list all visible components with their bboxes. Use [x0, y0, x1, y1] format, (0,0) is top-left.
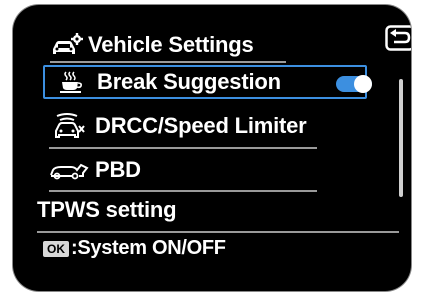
menu-item-break-suggestion[interactable]: Break Suggestion	[43, 65, 372, 99]
item-divider	[49, 190, 317, 192]
menu-item-pbd[interactable]: PBD	[43, 153, 367, 187]
header-divider	[50, 61, 286, 63]
ok-button-badge: OK	[43, 240, 69, 257]
menu-item-label: DRCC/Speed Limiter	[95, 113, 307, 138]
back-arrow-icon[interactable]	[385, 25, 411, 51]
list-bottom-divider	[37, 231, 399, 233]
menu-item-tpws-setting[interactable]: TPWS setting	[37, 193, 361, 227]
menu-item-label: PBD	[95, 157, 141, 182]
break-suggestion-toggle[interactable]	[336, 75, 372, 93]
footer-hint: OK :System ON/OFF	[43, 237, 226, 260]
menu-item-drcc-speed-limiter[interactable]: DRCC/Speed Limiter	[43, 109, 367, 143]
scrollbar[interactable]	[399, 79, 403, 197]
toggle-knob	[354, 75, 372, 93]
page-header: Vehicle Settings	[50, 31, 254, 59]
power-back-door-icon	[49, 156, 89, 184]
car-settings-icon	[53, 33, 83, 54]
menu-item-label: TPWS setting	[37, 197, 177, 222]
menu-item-label: Break Suggestion	[97, 69, 281, 94]
footer-hint-text: :System ON/OFF	[71, 237, 226, 259]
display-screen: Vehicle Settings Break Suggestion DRCC/S…	[13, 5, 411, 291]
coffee-cup-icon	[51, 68, 91, 96]
page-title: Vehicle Settings	[88, 32, 254, 57]
item-divider	[49, 147, 317, 149]
radar-cruise-icon	[49, 112, 89, 140]
